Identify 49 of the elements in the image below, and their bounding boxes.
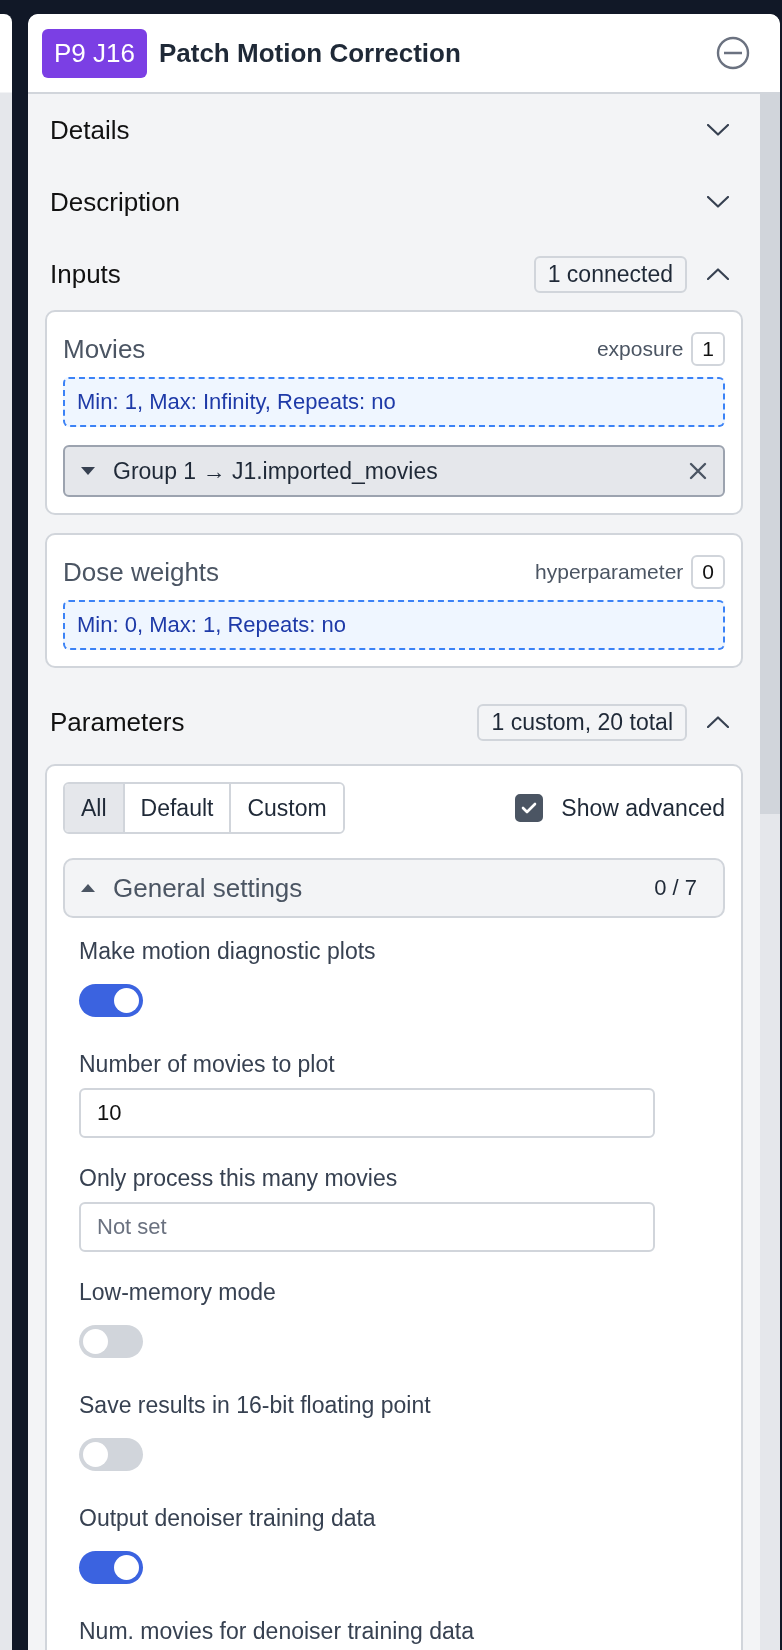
job-title: Patch Motion Correction xyxy=(158,37,462,69)
section-header[interactable]: Inputs 1 connected xyxy=(45,238,743,310)
parameter-label: Save results in 16-bit floating point xyxy=(79,1392,431,1418)
slot-type: exposure xyxy=(596,337,684,361)
slot-type: hyperparameter xyxy=(535,560,684,584)
connection-label: Group 1 → J1.imported_movies xyxy=(113,457,439,485)
toggle-switch[interactable] xyxy=(79,1438,143,1471)
parameter-label: Low-memory mode xyxy=(79,1279,276,1305)
minus-circle-icon[interactable] xyxy=(716,36,750,70)
checkbox-label: Show advanced xyxy=(561,794,725,822)
caret-down-icon[interactable] xyxy=(81,467,95,475)
chevron-down-icon[interactable] xyxy=(707,124,729,136)
slot-count: 0 xyxy=(691,555,725,589)
parameter-label: Only process this many movies xyxy=(79,1165,398,1191)
checkbox[interactable] xyxy=(515,794,544,822)
scrollbar-thumb[interactable] xyxy=(760,94,780,814)
slot-name: Dose weights xyxy=(63,556,220,588)
group-title: General settings xyxy=(113,872,304,904)
chevron-up-icon[interactable] xyxy=(707,716,729,728)
toggle-switch[interactable] xyxy=(79,1325,143,1358)
close-icon[interactable] xyxy=(689,462,707,480)
constraint-note: Min: 1, Max: Infinity, Repeats: no xyxy=(63,377,725,427)
slot-name: Movies xyxy=(63,333,146,365)
summary-badge: 1 custom, 20 total xyxy=(477,703,687,741)
section-header[interactable]: Parameters 1 custom, 20 total xyxy=(45,686,743,758)
job-badge: P9 J16 xyxy=(42,28,147,78)
slot-count: 1 xyxy=(691,332,725,366)
chevron-up-icon[interactable] xyxy=(707,268,729,280)
checkmark-icon[interactable] xyxy=(521,802,538,814)
number-field[interactable]: 10 xyxy=(79,1088,655,1138)
parameter-label: Make motion diagnostic plots xyxy=(79,938,376,964)
chevron-down-icon[interactable] xyxy=(707,196,729,208)
scrollbar[interactable] xyxy=(760,94,780,1650)
caret-up-icon[interactable] xyxy=(81,884,95,892)
parameter-label: Number of movies to plot xyxy=(79,1051,335,1077)
number-field[interactable]: Not set xyxy=(79,1202,655,1252)
summary-badge: 1 connected xyxy=(533,255,687,293)
section-header[interactable]: Details xyxy=(45,94,743,166)
parameter-label: Output denoiser training data xyxy=(79,1505,376,1531)
filter-tab[interactable]: All xyxy=(65,784,123,832)
parameter-label: Num. movies for denoiser training data xyxy=(79,1618,475,1644)
connection-item[interactable]: Group 1 → J1.imported_movies xyxy=(63,445,725,497)
constraint-note: Min: 0, Max: 1, Repeats: no xyxy=(63,600,725,650)
toggle-switch[interactable] xyxy=(79,984,143,1017)
group-count: 0 / 7 xyxy=(654,875,697,901)
section-header[interactable]: Description xyxy=(45,166,743,238)
group-header[interactable]: General settings 0 / 7 xyxy=(63,858,725,918)
toggle-switch[interactable] xyxy=(79,1551,143,1584)
filter-tab[interactable]: Custom xyxy=(229,784,343,832)
